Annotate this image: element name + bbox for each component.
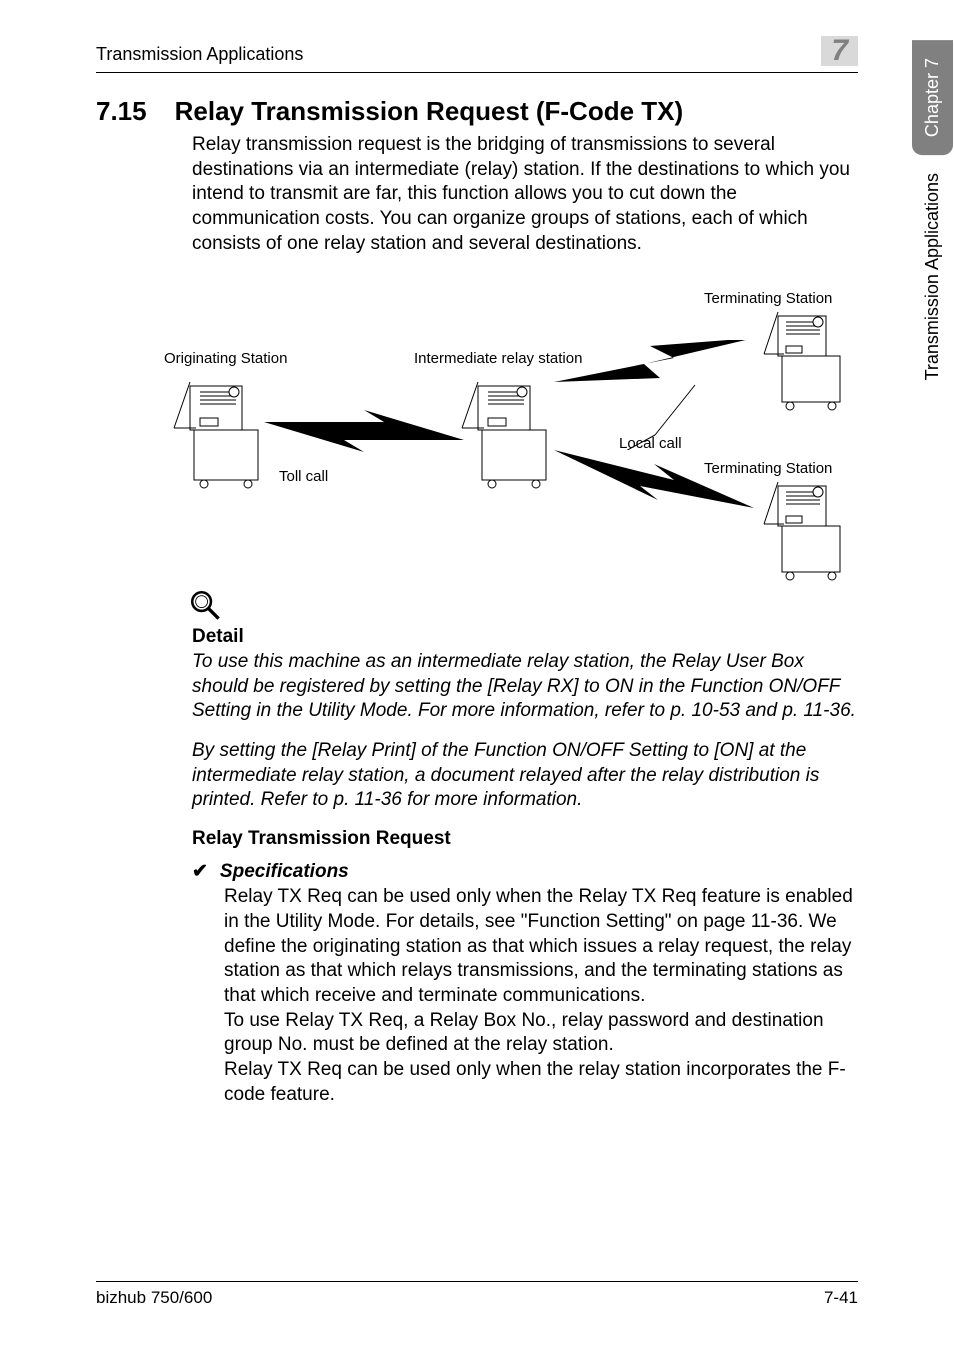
spec-body: Relay TX Req can be used only when the R… — [224, 885, 858, 1107]
chapter-number-badge: 7 — [821, 36, 858, 66]
fax-icon-originating — [164, 370, 264, 490]
detail-paragraph-2: By setting the [Relay Print] of the Func… — [192, 739, 858, 812]
magnifier-icon — [188, 588, 222, 622]
spec-label: Specifications — [220, 861, 349, 883]
relay-diagram: Originating Station Intermediate relay s… — [144, 280, 858, 580]
page-footer: bizhub 750/600 7-41 — [96, 1281, 858, 1308]
main-content: 7.15 Relay Transmission Request (F-Code … — [96, 96, 858, 1108]
chapter-number: 7 — [827, 34, 852, 67]
footer-right: 7-41 — [824, 1288, 858, 1308]
fax-icon-intermediate — [452, 370, 552, 490]
zigzag-local-down-icon — [554, 450, 754, 520]
section-title: Relay Transmission Request (F-Code TX) — [175, 96, 684, 127]
page-header: Transmission Applications 7 — [96, 36, 858, 73]
label-toll-call: Toll call — [279, 468, 328, 485]
section-number: 7.15 — [96, 96, 147, 127]
detail-heading-row — [188, 588, 858, 622]
check-icon: ✔ — [192, 860, 208, 883]
label-originating: Originating Station — [164, 350, 287, 367]
footer-left: bizhub 750/600 — [96, 1288, 212, 1308]
detail-heading: Detail — [192, 626, 858, 648]
breadcrumb: Transmission Applications — [96, 44, 303, 65]
fax-icon-terminating-2 — [756, 472, 846, 582]
fax-icon-terminating-1 — [756, 302, 846, 412]
side-tab-section: Transmission Applications — [912, 155, 953, 396]
detail-paragraph-1: To use this machine as an intermediate r… — [192, 650, 858, 723]
relay-heading: Relay Transmission Request — [192, 828, 858, 850]
section-intro: Relay transmission request is the bridgi… — [192, 133, 858, 256]
side-tab: Chapter 7 Transmission Applications — [910, 40, 954, 396]
spec-row: ✔ Specifications — [192, 860, 858, 883]
section-heading-row: 7.15 Relay Transmission Request (F-Code … — [96, 96, 858, 127]
zigzag-toll-icon — [264, 410, 464, 460]
detail-block: Detail To use this machine as an interme… — [192, 588, 858, 812]
local-call-line-icon — [600, 380, 720, 450]
side-tab-chapter: Chapter 7 — [912, 40, 953, 155]
